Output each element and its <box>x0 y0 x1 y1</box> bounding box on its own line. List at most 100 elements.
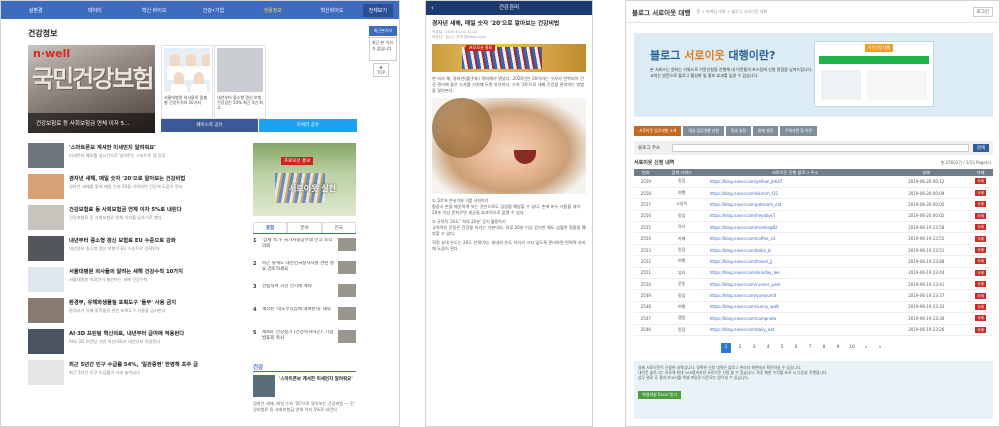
delete-button[interactable]: 삭제 <box>975 212 986 219</box>
news-title[interactable]: 최근 5년간 인구 수급률 54%, '일관증현' 한영책 초주 급 <box>69 360 238 368</box>
row-blog-url[interactable]: https://blog.naver.com/coffee_n3 <box>705 232 885 245</box>
page-link[interactable]: » <box>861 343 871 353</box>
page-link[interactable]: 9 <box>833 343 843 353</box>
delete-button[interactable]: 삭제 <box>975 258 986 265</box>
excel-download-button[interactable]: 엑셀파일 Excel 받기 <box>638 390 682 399</box>
news-thumb[interactable] <box>28 143 64 168</box>
hero-caption[interactable]: 건강보험료 등 사회보험금 연체 이자 5… <box>28 113 155 133</box>
back-arrow-icon[interactable]: ‹ <box>431 1 434 15</box>
delete-button[interactable]: 삭제 <box>975 326 986 333</box>
promo-ad[interactable]: 프로모션 홍보 서로이웃 실천 <box>253 143 356 216</box>
news-thumb[interactable] <box>28 267 64 292</box>
news-thumb[interactable] <box>28 360 64 385</box>
news-thumb[interactable] <box>28 298 64 323</box>
news-thumb[interactable] <box>28 329 64 354</box>
nav-item[interactable]: 생활정보 <box>244 7 301 14</box>
rank-thumb[interactable] <box>338 284 356 297</box>
ranking-row[interactable]: 5 제4회 '건강청기 (건강목사하곤)' 기업 발표회 축사 <box>253 328 356 351</box>
rank-thumb[interactable] <box>338 238 356 251</box>
scroll-top-button[interactable]: ▲ TOP <box>373 63 389 77</box>
recent-articles-button[interactable]: 최근본기사 <box>369 26 397 36</box>
nav-item[interactable]: 혁신바이오 <box>303 7 360 14</box>
facebook-share-button[interactable]: 페이스북 공유 <box>161 119 258 132</box>
page-link[interactable]: 3 <box>749 343 759 353</box>
delete-button[interactable]: 삭제 <box>975 315 986 322</box>
rank-thumb[interactable] <box>338 330 356 343</box>
news-title[interactable]: AI·3D 프린팅 혁신의료, 내년부터 급여에 적용된다 <box>69 329 238 337</box>
row-blog-url[interactable]: https://blog.naver.com/kkimm_f31 <box>705 187 885 200</box>
rank-thumb[interactable] <box>338 261 356 274</box>
news-row[interactable]: '스마트폰보 계셔한 미세먼지 알려줘요' 미세먼지 예보를 실시간으로 알려주는… <box>28 143 238 172</box>
news-row[interactable]: 겸자년 새해, 매일 숫자 '20'으로 알아보는 건강비법 경자년 새해를 맞아… <box>28 174 238 203</box>
news-title[interactable]: 내년부터 중소형 갱신 보험료 EU 수준으로 강화 <box>69 236 238 244</box>
row-blog-url[interactable]: https://blog.naver.com/skinday_lee <box>705 267 885 280</box>
news-row[interactable]: 서울대병원 의사들의 알려는 새해 건강수칙 10가지 서울대병원 의료진이 제안… <box>28 267 238 296</box>
delete-button[interactable]: 삭제 <box>975 235 986 242</box>
news-title[interactable]: 겸자년 새해, 매일 숫자 '20'으로 알아보는 건강비법 <box>69 174 238 182</box>
row-blog-url[interactable]: https://blog.naver.com/petroom_cat <box>705 198 885 211</box>
ranking-tab[interactable]: 전국 <box>321 222 356 233</box>
nav-item[interactable]: 혁신 바이오 <box>126 7 183 14</box>
nav-item[interactable]: 데이터 <box>66 7 123 14</box>
mobile-promo-ad[interactable]: 프로모션 홍보 <box>432 44 586 72</box>
page-link[interactable]: 4 <box>763 343 773 353</box>
news-row[interactable]: 건강보험료 등 사회보험금 연체 이자 5%로 내린다 건강보험료 등 사회보험료… <box>28 205 238 234</box>
ranking-row[interactable]: 3 전립적서 거강 전기에 계약 <box>253 282 356 305</box>
ranking-row[interactable]: 4 계작된 '의도부리집에 내여반대' 재약 <box>253 305 356 328</box>
service-tab[interactable]: 주의사항 및 약관 <box>780 126 817 136</box>
service-tab[interactable]: 댓글 업무대행 신청 <box>683 126 724 136</box>
page-link[interactable]: 6 <box>791 343 801 353</box>
rank-title[interactable]: 피곤 낮게도 대한민국정시자원 관련 항요 검토하세요 <box>262 261 335 275</box>
page-link[interactable]: 10 <box>847 343 857 353</box>
news-title[interactable]: '스마트폰보 계셔한 미세먼지 알려줘요' <box>69 143 238 151</box>
delete-button[interactable]: 삭제 <box>975 190 986 197</box>
twitter-share-button[interactable]: 트위터 공유 <box>259 119 357 132</box>
delete-button[interactable]: 삭제 <box>975 178 986 185</box>
row-blog-url[interactable]: https://blog.naver.com/runner_park <box>705 278 885 291</box>
news-row[interactable]: 최근 5년간 인구 수급률 54%, '일관증현' 한영책 초주 급 최근 5년간… <box>28 360 238 389</box>
delete-button[interactable]: 삭제 <box>975 269 986 276</box>
page-link[interactable]: 8 <box>819 343 829 353</box>
page-link[interactable]: 5 <box>777 343 787 353</box>
delete-button[interactable]: 삭제 <box>975 303 986 310</box>
row-blog-url[interactable]: https://blog.naver.com/yellow_jlrb47 <box>705 176 885 188</box>
news-thumb[interactable] <box>28 205 64 230</box>
news-thumb[interactable] <box>28 236 64 261</box>
nav-item[interactable]: 실환경 <box>7 7 64 14</box>
news-title[interactable]: 건강보험료 등 사회보험금 연체 이자 5%로 내린다 <box>69 205 238 213</box>
page-link[interactable]: 1 <box>721 343 731 353</box>
rank-title[interactable]: 제4회 '건강청기 (건강목사하곤)' 기업 발표회 축사 <box>262 330 335 344</box>
insurance-card[interactable]: 내년부터 중소형 갱신 보험 건강검진 54% 최근 5년 최고 <box>214 45 266 119</box>
doctor-card[interactable]: 서울대병원 의사들의 맞춤형 건강주치의 10가지 <box>161 45 213 119</box>
ranking-tab[interactable]: 종합 <box>253 222 288 233</box>
rank-title[interactable]: 계작된 '의도부리집에 내여반대' 재약 <box>262 307 335 321</box>
health-block-headline[interactable]: '스마트폰보 계셔한 미세먼지 알려줘요' <box>279 377 357 383</box>
delete-button[interactable]: 삭제 <box>975 292 986 299</box>
service-tab[interactable]: 서로이웃 업무대행 소개 <box>634 126 682 136</box>
page-link[interactable]: » <box>875 343 885 353</box>
news-title[interactable]: 서울대병원 의사들의 알려는 새해 건강수칙 10가지 <box>69 267 238 275</box>
service-tab[interactable]: 댓글 설정 <box>725 126 751 136</box>
nav-item[interactable]: 건강•기업 <box>185 7 242 14</box>
rank-title[interactable]: 전립적서 거강 전기에 계약 <box>262 284 335 298</box>
row-blog-url[interactable]: https://blog.naver.com/travel_jj <box>705 255 885 268</box>
ranking-row[interactable]: 1 '상세 특가' 국가사랑공부래 인크 조작 의뢰 <box>253 236 356 259</box>
news-title[interactable]: 환경부, 유해화생물질 포획도구 '돌무' 사용 금지 <box>69 298 238 306</box>
blog-address-input[interactable] <box>672 144 969 152</box>
delete-button[interactable]: 삭제 <box>975 247 986 254</box>
delete-button[interactable]: 삭제 <box>975 281 986 288</box>
login-button[interactable]: 로그인 <box>972 6 993 17</box>
delete-button[interactable]: 삭제 <box>975 201 986 208</box>
news-row[interactable]: 환경부, 유해화생물질 포획도구 '돌무' 사용 금지 환경부가 유해 화학물질 … <box>28 298 238 327</box>
page-link[interactable]: 2 <box>735 343 745 353</box>
health-block-desc[interactable]: 경자년 새해, 매일 숫자 '20'으로 알아보는 건강비법 — 건강보험료 등… <box>253 401 356 413</box>
news-row[interactable]: AI·3D 프린팅 혁신의료, 내년부터 급여에 적용된다 AI와 3D 프린팅 … <box>28 329 238 358</box>
ranking-row[interactable]: 2 피곤 낮게도 대한민국정시자원 관련 항요 검토하세요 <box>253 259 356 282</box>
row-blog-url[interactable]: https://blog.naver.com/heydays7 <box>705 210 885 223</box>
search-button[interactable]: 검색 <box>972 144 989 152</box>
page-link[interactable]: 7 <box>805 343 815 353</box>
row-blog-url[interactable]: https://blog.naver.com/sunny_walk <box>705 301 885 314</box>
health-block-thumb[interactable] <box>253 375 275 397</box>
row-blog-url[interactable]: https://blog.naver.com/bobs_ki <box>705 244 885 257</box>
ranking-tab[interactable]: 분야 <box>287 222 322 233</box>
